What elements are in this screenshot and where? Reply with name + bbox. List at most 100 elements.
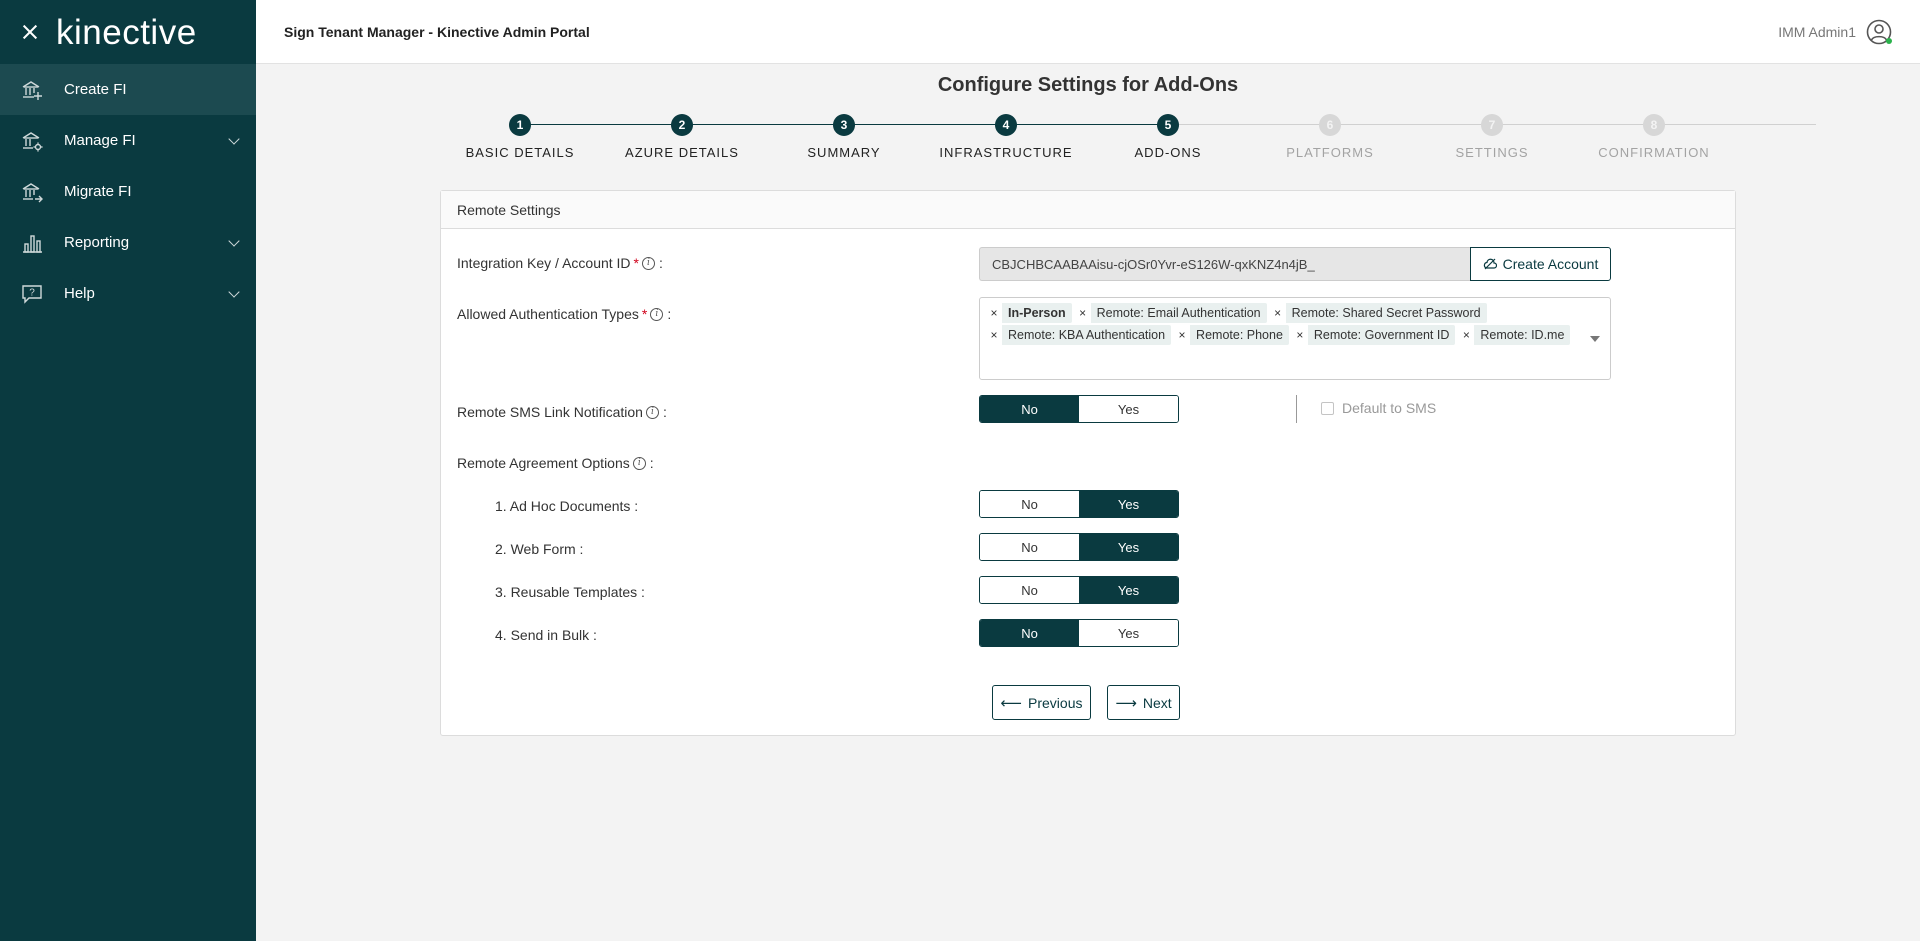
- web-form-no-option[interactable]: No: [980, 534, 1079, 560]
- default-to-sms-label: Default to SMS: [1342, 400, 1437, 416]
- svg-text:?: ?: [29, 287, 35, 298]
- remove-chip-icon[interactable]: ×: [1458, 325, 1475, 345]
- sidebar-item-create-fi[interactable]: Create FI: [0, 64, 256, 115]
- chip-label: Remote: Email Authentication: [1096, 306, 1261, 320]
- create-account-label: Create Account: [1502, 256, 1599, 272]
- remote-settings-card: Remote Settings Integration Key / Accoun…: [440, 190, 1736, 736]
- sidebar-item-manage-fi[interactable]: Manage FI: [0, 115, 256, 166]
- sidebar-item-help[interactable]: ? Help: [0, 268, 256, 319]
- info-icon[interactable]: i: [645, 405, 659, 419]
- chip-label: Remote: ID.me: [1480, 328, 1565, 342]
- sidebar-item-label: Reporting: [64, 234, 130, 251]
- agreement-label-row: Remote Agreement Options i :: [457, 455, 654, 471]
- step-number: 7: [1481, 114, 1503, 136]
- reusable-templates-yes-option[interactable]: Yes: [1079, 577, 1178, 603]
- default-to-sms-checkbox[interactable]: [1321, 401, 1334, 415]
- step-settings: 7 Settings: [1412, 114, 1572, 160]
- bank-plus-icon: [20, 78, 44, 102]
- step-label: Settings: [1455, 145, 1529, 160]
- label-colon: :: [667, 306, 672, 322]
- sms-no-option[interactable]: No: [980, 396, 1079, 422]
- agreement-option-label: 4. Send in Bulk :: [495, 627, 597, 643]
- sidebar-item-migrate-fi[interactable]: Migrate FI: [0, 166, 256, 217]
- default-to-sms[interactable]: Default to SMS: [1321, 400, 1436, 416]
- auth-chip: × Remote: Government ID: [1291, 325, 1456, 345]
- step-add-ons[interactable]: 5 Add-Ons: [1088, 114, 1248, 160]
- web-form-yes-option[interactable]: Yes: [1079, 534, 1178, 560]
- auth-types-multiselect[interactable]: × In-Person × Remote: Email Authentication…: [979, 297, 1611, 380]
- create-account-button[interactable]: Create Account: [1470, 247, 1611, 281]
- sms-yes-option[interactable]: Yes: [1079, 396, 1178, 422]
- auth-chip: × Remote: KBA Authentication: [986, 325, 1172, 345]
- step-label: Add-Ons: [1134, 145, 1202, 160]
- step-summary[interactable]: 3 Summary: [764, 114, 924, 160]
- send-in-bulk-yes-option[interactable]: Yes: [1079, 620, 1178, 646]
- arrow-left-icon: ⟵: [1000, 694, 1023, 712]
- auth-types-label: Allowed Authentication Types: [457, 306, 639, 322]
- required-asterisk: *: [641, 306, 648, 322]
- caret-down-icon[interactable]: [1590, 336, 1600, 342]
- bar-chart-icon: [20, 231, 44, 255]
- chip-label: Remote: Shared Secret Password: [1291, 306, 1481, 320]
- page-title: Configure Settings for Add-Ons: [937, 74, 1239, 96]
- sms-label-row: Remote SMS Link Notification i :: [457, 404, 667, 420]
- step-basic-details[interactable]: 1 Basic Details: [440, 114, 600, 160]
- ad-hoc-no-option[interactable]: No: [980, 491, 1079, 517]
- agreement-option-label: 2. Web Form :: [495, 541, 584, 557]
- step-number: 6: [1319, 114, 1341, 136]
- step-number: 3: [833, 114, 855, 136]
- sidebar: kinective Create FI Manage FI Migrate FI…: [0, 0, 256, 941]
- step-label: Infrastructure: [939, 145, 1073, 160]
- remove-chip-icon[interactable]: ×: [986, 303, 1002, 323]
- previous-button[interactable]: ⟵ Previous: [992, 685, 1091, 720]
- sidebar-item-reporting[interactable]: Reporting: [0, 217, 256, 268]
- chip-label: Remote: KBA Authentication: [1008, 328, 1166, 342]
- integration-key-input[interactable]: CBJCHBCAABAAisu-cjOSr0Yvr-eS126W-qxKNZ4n…: [979, 247, 1470, 281]
- auth-chip: × Remote: ID.me: [1458, 325, 1571, 345]
- info-icon[interactable]: i: [650, 307, 664, 321]
- integration-key-label-row: Integration Key / Account ID * i :: [457, 255, 663, 271]
- next-button[interactable]: ⟶ Next: [1107, 685, 1180, 720]
- step-number: 1: [509, 114, 531, 136]
- web-form-toggle: No Yes: [979, 533, 1179, 561]
- cloud-icon: [1483, 258, 1497, 270]
- remove-chip-icon[interactable]: ×: [1269, 303, 1286, 323]
- integration-key-label: Integration Key / Account ID: [457, 255, 631, 271]
- step-azure-details[interactable]: 2 Azure Details: [602, 114, 762, 160]
- step-confirmation: 8 Confirmation: [1574, 114, 1734, 160]
- chevron-down-icon: [228, 234, 240, 247]
- sms-label: Remote SMS Link Notification: [457, 404, 643, 420]
- agreement-option-label: 1. Ad Hoc Documents :: [495, 498, 639, 514]
- auth-chip: × Remote: Email Authentication: [1074, 303, 1267, 323]
- label-colon: :: [649, 455, 654, 471]
- info-icon[interactable]: i: [642, 256, 655, 270]
- remove-chip-icon[interactable]: ×: [1174, 325, 1191, 345]
- main-content: Configure Settings for Add-Ons 1 Basic D…: [256, 64, 1920, 941]
- step-infrastructure[interactable]: 4 Infrastructure: [926, 114, 1086, 160]
- reusable-templates-toggle: No Yes: [979, 576, 1179, 604]
- sidebar-item-label: Create FI: [64, 81, 127, 98]
- wizard-stepper: 1 Basic Details 2 Azure Details 3 Summar…: [440, 114, 1816, 174]
- ad-hoc-documents-toggle: No Yes: [979, 490, 1179, 518]
- remove-chip-icon[interactable]: ×: [1074, 303, 1091, 323]
- info-icon[interactable]: i: [632, 456, 646, 470]
- label-colon: :: [659, 255, 663, 271]
- chevron-down-icon: [228, 285, 240, 298]
- step-number: 8: [1643, 114, 1665, 136]
- app-title: Sign Tenant Manager - Kinective Admin Po…: [284, 23, 590, 40]
- user-name[interactable]: IMM Admin1: [1778, 24, 1856, 40]
- auth-chip: × Remote: Shared Secret Password: [1269, 303, 1487, 323]
- send-in-bulk-no-option[interactable]: No: [980, 620, 1079, 646]
- kinective-logo: kinective: [56, 12, 197, 52]
- help-bubble-icon: ?: [20, 282, 44, 306]
- auth-chip: × In-Person: [986, 303, 1072, 323]
- step-label: Confirmation: [1598, 145, 1710, 160]
- user-avatar-icon[interactable]: [1866, 19, 1892, 45]
- close-icon[interactable]: [20, 22, 40, 42]
- remove-chip-icon[interactable]: ×: [986, 325, 1002, 345]
- ad-hoc-yes-option[interactable]: Yes: [1079, 491, 1178, 517]
- send-in-bulk-toggle: No Yes: [979, 619, 1179, 647]
- remove-chip-icon[interactable]: ×: [1291, 325, 1308, 345]
- chip-label: Remote: Phone: [1196, 328, 1283, 342]
- reusable-templates-no-option[interactable]: No: [980, 577, 1079, 603]
